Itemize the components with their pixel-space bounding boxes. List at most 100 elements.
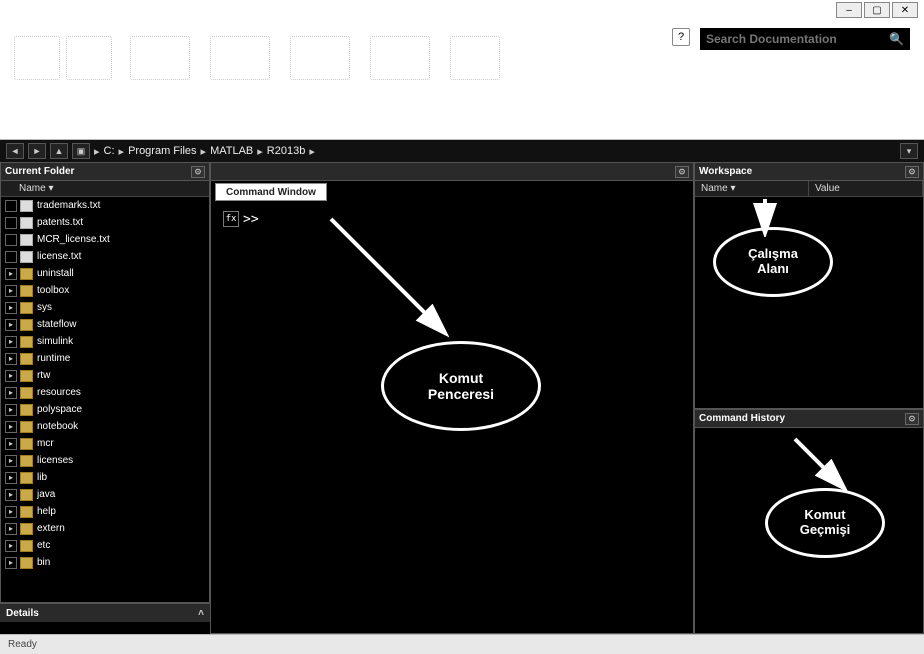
expand-icon[interactable]: ▸ bbox=[5, 353, 17, 365]
address-segment[interactable]: MATLAB bbox=[210, 145, 253, 157]
folder-icon bbox=[20, 472, 33, 484]
expand-icon[interactable]: ▸ bbox=[5, 421, 17, 433]
command-window-header[interactable]: ⊙ bbox=[211, 163, 693, 181]
list-item[interactable]: ▸resources bbox=[1, 384, 209, 401]
workspace-body[interactable]: Çalışma Alanı bbox=[695, 197, 923, 408]
details-header[interactable]: Details ˄ bbox=[0, 604, 210, 622]
list-item[interactable]: ▸ extern bbox=[1, 520, 209, 537]
toolstrip-button[interactable] bbox=[14, 36, 60, 80]
file-label: uninstall bbox=[37, 268, 74, 279]
list-item[interactable]: ▸runtime bbox=[1, 350, 209, 367]
address-dropdown[interactable]: ▾ bbox=[900, 143, 918, 159]
expand-icon[interactable]: ▸ bbox=[5, 540, 17, 552]
expand-icon[interactable]: ▸ bbox=[5, 404, 17, 416]
expand-icon[interactable]: ▸ bbox=[5, 506, 17, 518]
panel-menu-icon[interactable]: ⊙ bbox=[905, 413, 919, 425]
left-column: Current Folder ⊙ Name ▾ trademarks.txt pa… bbox=[0, 162, 210, 634]
workspace-title: Workspace bbox=[699, 166, 752, 177]
command-history-title: Command History bbox=[699, 413, 785, 424]
toolstrip-button[interactable] bbox=[370, 36, 430, 80]
panel-menu-icon[interactable]: ⊙ bbox=[675, 166, 689, 178]
list-item[interactable]: ▸lib bbox=[1, 469, 209, 486]
list-item[interactable]: license.txt bbox=[1, 248, 209, 265]
command-prompt[interactable]: fx >> bbox=[223, 211, 259, 227]
browse-button[interactable]: ▣ bbox=[72, 143, 90, 159]
current-folder-header[interactable]: Current Folder ⊙ bbox=[1, 163, 209, 181]
list-item[interactable]: ▸bin bbox=[1, 554, 209, 571]
workspace-header[interactable]: Workspace ⊙ bbox=[695, 163, 923, 181]
forward-button[interactable]: ► bbox=[28, 143, 46, 159]
toolstrip-button[interactable] bbox=[450, 36, 500, 80]
folder-icon bbox=[20, 557, 33, 569]
address-segment[interactable]: C: bbox=[104, 145, 115, 157]
list-item[interactable]: ▸ stateflow bbox=[1, 316, 209, 333]
workspace-columns[interactable]: Name ▾ Value bbox=[695, 181, 923, 197]
file-label: extern bbox=[37, 523, 65, 534]
workspace-col-name[interactable]: Name ▾ bbox=[695, 181, 809, 196]
panel-menu-icon[interactable]: ⊙ bbox=[905, 166, 919, 178]
expand-icon[interactable]: ▸ bbox=[5, 557, 17, 569]
command-window-tab[interactable]: Command Window bbox=[215, 183, 327, 201]
expand-icon[interactable]: ▸ bbox=[5, 523, 17, 535]
toolstrip-button[interactable] bbox=[210, 36, 270, 80]
search-icon[interactable]: 🔍 bbox=[889, 32, 904, 46]
current-folder-column-header[interactable]: Name ▾ bbox=[1, 181, 209, 197]
file-label: notebook bbox=[37, 421, 78, 432]
expand-icon[interactable]: ▸ bbox=[5, 472, 17, 484]
fx-icon[interactable]: fx bbox=[223, 211, 239, 227]
address-segment[interactable]: Program Files bbox=[128, 145, 196, 157]
list-item[interactable]: trademarks.txt bbox=[1, 197, 209, 214]
list-item[interactable]: ▸simulink bbox=[1, 333, 209, 350]
address-path[interactable]: C: ▸ Program Files ▸ MATLAB ▸ R2013b ▸ bbox=[104, 145, 315, 158]
list-item[interactable]: ▸polyspace bbox=[1, 401, 209, 418]
list-item[interactable]: ▸ toolbox bbox=[1, 282, 209, 299]
list-item[interactable]: MCR_license.txt bbox=[1, 231, 209, 248]
list-item[interactable]: ▸ notebook bbox=[1, 418, 209, 435]
list-item[interactable]: ▸rtw bbox=[1, 367, 209, 384]
blank-icon bbox=[5, 251, 17, 263]
command-history-header[interactable]: Command History ⊙ bbox=[695, 410, 923, 428]
list-item[interactable]: patents.txt bbox=[1, 214, 209, 231]
annotation-command-window: Komut Penceresi bbox=[381, 341, 541, 431]
toolstrip-button[interactable] bbox=[290, 36, 350, 80]
expand-icon[interactable]: ▸ bbox=[5, 336, 17, 348]
search-input[interactable] bbox=[706, 32, 889, 46]
file-label: toolbox bbox=[37, 285, 69, 296]
expand-icon[interactable]: ▸ bbox=[5, 489, 17, 501]
workspace-col-value[interactable]: Value bbox=[809, 181, 923, 196]
expand-icon[interactable]: ▸ bbox=[5, 302, 17, 314]
list-item[interactable]: ▸java bbox=[1, 486, 209, 503]
toolstrip-button[interactable] bbox=[130, 36, 190, 80]
list-item[interactable]: ▸etc bbox=[1, 537, 209, 554]
list-item[interactable]: ▸ help bbox=[1, 503, 209, 520]
expand-icon[interactable]: ▸ bbox=[5, 438, 17, 450]
address-segment[interactable]: R2013b bbox=[267, 145, 306, 157]
command-window-body[interactable]: Command Window fx >> Komut Penceresi bbox=[211, 181, 693, 633]
search-documentation[interactable]: 🔍 bbox=[700, 28, 910, 50]
expand-icon[interactable]: ▸ bbox=[5, 285, 17, 297]
maximize-button[interactable]: ▢ bbox=[864, 2, 890, 18]
expand-icon[interactable]: ▸ bbox=[5, 387, 17, 399]
up-button[interactable]: ▲ bbox=[50, 143, 68, 159]
file-label: patents.txt bbox=[37, 217, 83, 228]
expand-icon[interactable]: ▸ bbox=[5, 370, 17, 382]
close-button[interactable]: ✕ bbox=[892, 2, 918, 18]
current-folder-list[interactable]: trademarks.txt patents.txt MCR_license.txt… bbox=[1, 197, 209, 602]
back-button[interactable]: ◄ bbox=[6, 143, 24, 159]
help-button[interactable]: ? bbox=[672, 28, 690, 46]
list-item[interactable]: ▸licenses bbox=[1, 452, 209, 469]
list-item[interactable]: ▸ uninstall bbox=[1, 265, 209, 282]
expand-icon[interactable]: ▸ bbox=[5, 268, 17, 280]
expand-icon[interactable]: ▸ bbox=[5, 319, 17, 331]
expand-icon[interactable]: ▸ bbox=[5, 455, 17, 467]
toolstrip-button[interactable] bbox=[66, 36, 112, 80]
file-label: stateflow bbox=[37, 319, 76, 330]
status-bar: Ready bbox=[0, 634, 924, 654]
command-history-body[interactable]: Komut Geçmişi bbox=[695, 428, 923, 633]
list-item[interactable]: ▸sys bbox=[1, 299, 209, 316]
panel-menu-icon[interactable]: ⊙ bbox=[191, 166, 205, 178]
folder-icon bbox=[20, 387, 33, 399]
file-label: help bbox=[37, 506, 56, 517]
list-item[interactable]: ▸mcr bbox=[1, 435, 209, 452]
minimize-button[interactable]: – bbox=[836, 2, 862, 18]
